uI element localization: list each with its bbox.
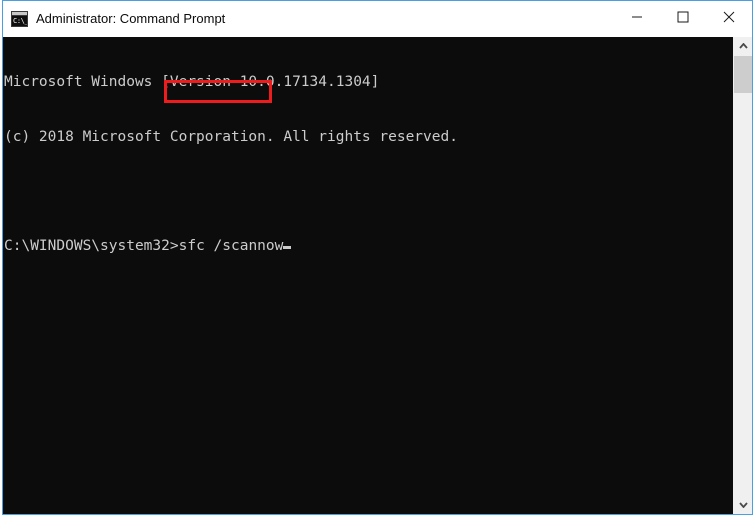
console-prompt-line: C:\WINDOWS\system32>sfc /scannow [4,237,458,255]
window-title: Administrator: Command Prompt [36,11,226,26]
console-line: Microsoft Windows [Version 10.0.17134.13… [4,74,380,91]
close-button[interactable] [706,1,752,33]
console-text: Microsoft Windows [Version 10.0.17134.13… [4,37,458,292]
text-cursor [283,246,292,250]
minimize-button[interactable] [614,1,660,33]
prompt-path: C:\WINDOWS\system32> [4,238,179,255]
chevron-down-icon [739,502,748,508]
scroll-down-arrow-icon[interactable] [734,496,752,514]
maximize-button[interactable] [660,1,706,33]
console-output-area[interactable]: Microsoft Windows [Version 10.0.17134.13… [3,37,752,514]
maximize-icon [677,11,689,23]
command-prompt-window: C:\_ Administrator: Command Prompt Micro… [2,0,753,515]
typed-command: sfc /scannow [178,238,284,255]
console-line: (c) 2018 Microsoft Corporation. All righ… [4,129,458,145]
chevron-up-icon [739,43,748,49]
scroll-up-arrow-icon[interactable] [734,37,752,55]
command-prompt-icon-glyph: C:\_ [12,16,28,26]
title-bar[interactable]: C:\_ Administrator: Command Prompt [3,1,752,37]
close-icon [723,11,735,23]
command-prompt-icon: C:\_ [11,11,28,27]
scrollbar-thumb[interactable] [734,56,752,93]
minimize-icon [632,16,642,18]
console-scrollbar[interactable] [733,37,752,514]
